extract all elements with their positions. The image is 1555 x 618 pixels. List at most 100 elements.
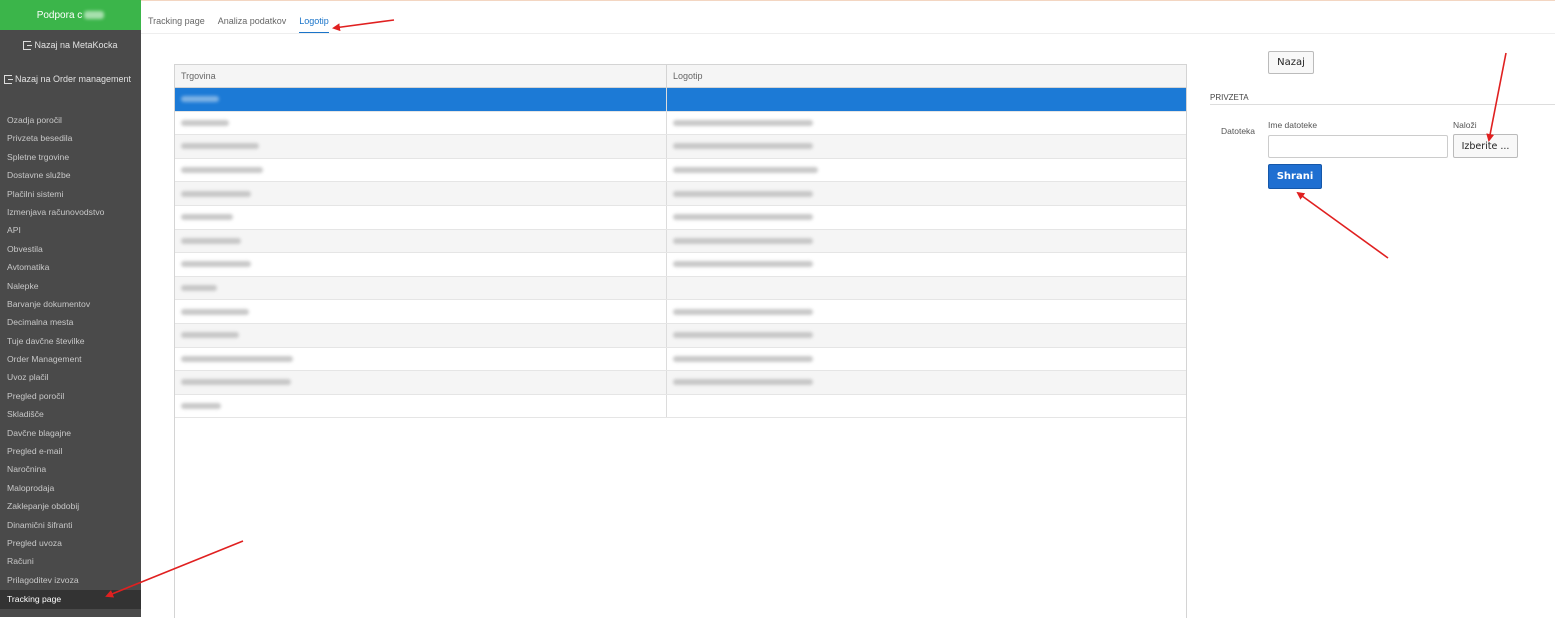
sidebar-item-pregled-porocil[interactable]: Pregled poročil	[0, 387, 141, 405]
table-row[interactable]	[175, 158, 1186, 183]
sidebar-item-obvestila[interactable]: Obvestila	[0, 240, 141, 258]
sidebar-item-zaklepanje-obdobij[interactable]: Zaklepanje obdobij	[0, 497, 141, 515]
cell-shop	[175, 135, 667, 158]
sidebar-item-narocnina[interactable]: Naročnina	[0, 460, 141, 478]
cell-logo	[667, 348, 1186, 371]
cell-shop	[175, 394, 667, 418]
sidebar-item-tuje-davcne-stevilke[interactable]: Tuje davčne številke	[0, 332, 141, 350]
sidebar-item-nalepke[interactable]: Nalepke	[0, 277, 141, 295]
sidebar-item-api[interactable]: API	[0, 221, 141, 239]
cell-shop	[175, 253, 667, 276]
shops-logo-table: Trgovina Logotip	[174, 64, 1187, 618]
redacted-text	[673, 308, 813, 315]
table-row[interactable]	[175, 394, 1186, 419]
exit-icon	[4, 74, 13, 84]
sidebar-item-dinamicni-sifranti[interactable]: Dinamični šifranti	[0, 516, 141, 534]
sidebar-item-dostavne-sluzbe[interactable]: Dostavne službe	[0, 166, 141, 184]
cell-shop	[175, 158, 667, 182]
table-row[interactable]	[175, 229, 1186, 254]
choose-file-button[interactable]: Izberite ...	[1453, 134, 1518, 158]
back-to-order-management-link[interactable]: Nazaj na Order management	[0, 58, 141, 100]
sidebar-item-privzeta-besedila[interactable]: Privzeta besedila	[0, 129, 141, 147]
sidebar-item-tracking-page[interactable]: Tracking page	[0, 590, 141, 609]
sidebar-item-barvanje-dokumentov[interactable]: Barvanje dokumentov	[0, 295, 141, 313]
table-row[interactable]	[175, 182, 1186, 206]
tab-analiza-podatkov[interactable]: Analiza podatkov	[218, 16, 287, 33]
table-row[interactable]	[175, 205, 1186, 230]
upload-label: Naloži	[1453, 120, 1477, 130]
table-row[interactable]	[175, 253, 1186, 277]
back-to-metakocka-label: Nazaj na MetaKocka	[34, 40, 118, 50]
table-row[interactable]	[175, 323, 1186, 348]
redacted-text	[181, 355, 293, 362]
back-button[interactable]: Nazaj	[1268, 51, 1314, 74]
redacted-text	[181, 285, 217, 292]
cell-logo	[667, 88, 1186, 111]
redacted-text	[673, 167, 818, 174]
cell-shop	[175, 182, 667, 205]
arrow-to-save-button	[1296, 191, 1389, 259]
cell-logo	[667, 324, 1186, 347]
cell-shop	[175, 205, 667, 229]
brand-header[interactable]: Podpora c	[0, 0, 141, 30]
redacted-text	[181, 261, 251, 268]
sidebar-item-uvoz-placil[interactable]: Uvoz plačil	[0, 368, 141, 386]
cell-shop	[175, 111, 667, 135]
top-border	[141, 0, 1555, 1]
sidebar-item-avtomatika[interactable]: Avtomatika	[0, 258, 141, 276]
sidebar-item-decimalna-mesta[interactable]: Decimalna mesta	[0, 313, 141, 331]
tab-logotip[interactable]: Logotip	[299, 16, 329, 33]
table-row[interactable]	[175, 88, 1186, 112]
sidebar-item-pregled-uvoza[interactable]: Pregled uvoza	[0, 534, 141, 552]
table-row[interactable]	[175, 135, 1186, 159]
table-header: Trgovina Logotip	[175, 65, 1186, 88]
redacted-text	[673, 261, 813, 268]
back-to-metakocka-link[interactable]: Nazaj na MetaKocka	[0, 32, 141, 58]
redacted-text	[181, 379, 291, 386]
cell-shop	[175, 229, 667, 253]
tab-tracking-page[interactable]: Tracking page	[148, 16, 205, 33]
file-name-label: Ime datoteke	[1268, 120, 1318, 130]
cell-shop	[175, 276, 667, 300]
brand-title: Podpora c	[36, 9, 83, 21]
redacted-text	[181, 143, 259, 150]
sidebar: Podpora c Nazaj na MetaKocka Nazaj na Or…	[0, 0, 141, 617]
column-header-logotip[interactable]: Logotip	[667, 65, 1186, 87]
redacted-text	[181, 237, 241, 244]
redacted-text	[181, 190, 251, 197]
sidebar-item-skladisce[interactable]: Skladišče	[0, 405, 141, 423]
file-label: Datoteka	[1221, 126, 1256, 136]
sidebar-item-ozadja-porocil[interactable]: Ozadja poročil	[0, 111, 141, 129]
redacted-name	[84, 11, 105, 19]
file-name-input[interactable]	[1268, 135, 1448, 158]
sidebar-item-racuni[interactable]: Računi	[0, 552, 141, 570]
sidebar-item-izmenjava-racunovodstvo[interactable]: Izmenjava računovodstvo	[0, 203, 141, 221]
sidebar-item-pregled-email[interactable]: Pregled e-mail	[0, 442, 141, 460]
sidebar-item-maloprodaja[interactable]: Maloprodaja	[0, 479, 141, 497]
cell-logo	[667, 300, 1186, 323]
redacted-text	[181, 214, 233, 221]
cell-logo	[667, 182, 1186, 205]
arrow-to-logotip-tab	[332, 19, 395, 32]
table-row[interactable]	[175, 111, 1186, 136]
cell-logo	[667, 277, 1186, 300]
table-row[interactable]	[175, 371, 1186, 395]
redacted-text	[673, 190, 813, 197]
table-row[interactable]	[175, 347, 1186, 372]
sidebar-item-placilni-sistemi[interactable]: Plačilni sistemi	[0, 185, 141, 203]
cell-shop	[175, 88, 667, 111]
sidebar-item-prilagoditev-izvoza[interactable]: Prilagoditev izvoza	[0, 571, 141, 589]
table-row[interactable]	[175, 300, 1186, 324]
sidebar-item-davcne-blagajne[interactable]: Davčne blagajne	[0, 424, 141, 442]
table-row[interactable]	[175, 276, 1186, 301]
redacted-text	[673, 237, 813, 244]
save-button[interactable]: Shrani	[1268, 164, 1322, 189]
redacted-text	[673, 379, 813, 386]
sidebar-item-spletne-trgovine[interactable]: Spletne trgovine	[0, 148, 141, 166]
exit-icon	[23, 40, 33, 50]
redacted-text	[181, 119, 229, 126]
sidebar-item-order-management[interactable]: Order Management	[0, 350, 141, 368]
tabs-divider	[141, 33, 1555, 34]
column-header-trgovina[interactable]: Trgovina	[175, 65, 667, 87]
cell-logo	[667, 135, 1186, 158]
